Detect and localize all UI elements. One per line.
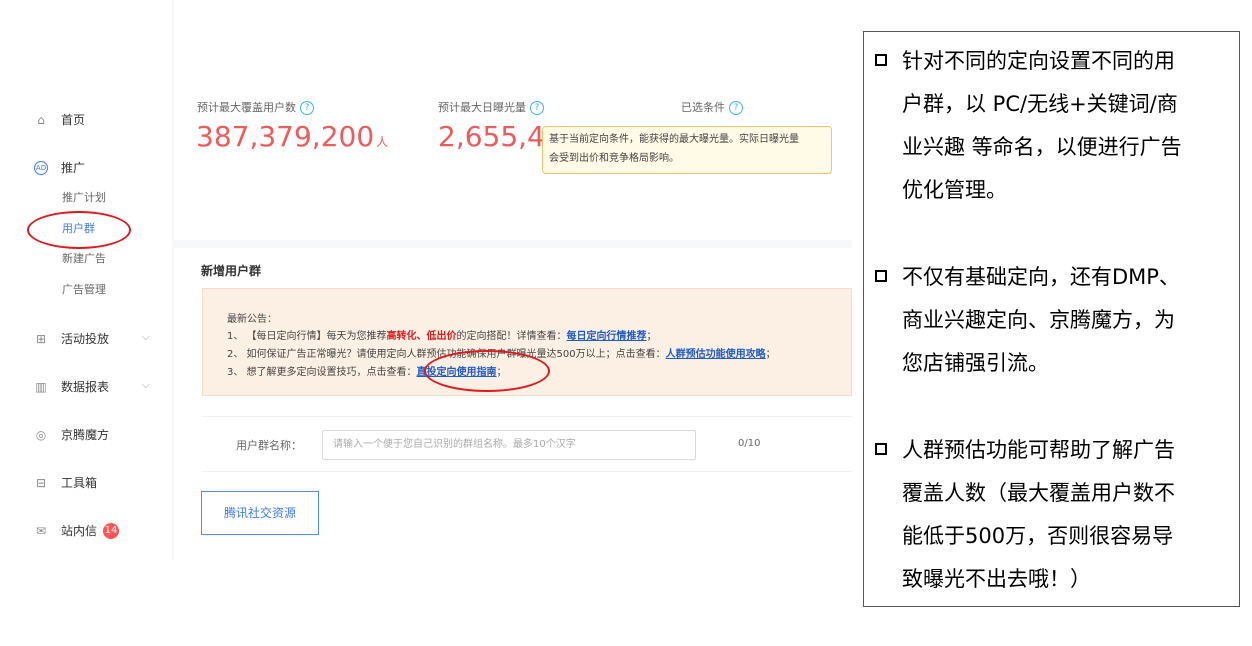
bar-chart-icon: ▥ <box>35 379 47 394</box>
info-text: 您店铺强引流。 <box>902 351 1049 375</box>
info-text: 覆盖人数（最大覆盖用户数不 <box>902 481 1175 505</box>
toolbox-icon: ⊟ <box>35 475 47 490</box>
chevron-down-icon[interactable]: ⌵ <box>142 332 150 343</box>
home-icon: ⌂ <box>37 112 45 127</box>
info-text: 人群预估功能可帮助了解广告 <box>902 438 1175 462</box>
daily-targeting-link[interactable]: 每日定向行情推荐 <box>567 331 647 342</box>
group-name-input[interactable]: 请输入一个便于您自己识别的群组名称。最多10个汉字 <box>322 430 696 460</box>
new-user-group-panel: 新增用户群 最新公告： 1、 【每日定向行情】每天为您推荐高转化、低出价的定向搭… <box>174 248 852 560</box>
sidebar: ⌂ 首页 AD 推广 推广计划 用户群 新建广告 广告管理 ⊞ 活动投放 ⌵ ▥… <box>0 0 172 560</box>
exposure-value: 2,655,4 <box>438 120 545 153</box>
unread-count-badge: 14 <box>103 522 120 539</box>
bullet-square-icon <box>875 270 887 282</box>
sidebar-item-promo[interactable]: AD 推广 <box>34 159 85 176</box>
info-text: 针对不同的定向设置不同的用 <box>902 49 1175 73</box>
sidebar-item-reports[interactable]: ▥ 数据报表 <box>34 378 109 395</box>
section-title: 新增用户群 <box>201 264 262 278</box>
char-counter: 0/10 <box>738 438 761 449</box>
info-text: 能低于500万，否则很容易导 <box>902 524 1174 548</box>
sidebar-item-label: 站内信 <box>61 524 98 538</box>
coverage-unit: 人 <box>376 135 389 149</box>
sidebar-item-label: 首页 <box>61 113 86 127</box>
info-text: 户群，以 PC/无线+关键词/商 <box>902 92 1178 116</box>
notice-text: ； <box>765 349 776 360</box>
notice-text: 1、 【每日定向行情】每天为您推荐 <box>227 331 387 342</box>
sidebar-item-home[interactable]: ⌂ 首页 <box>34 111 85 128</box>
sidebar-item-activity[interactable]: ⊞ 活动投放 <box>34 330 109 347</box>
tencent-social-resources-button[interactable]: 腾讯社交资源 <box>201 491 319 535</box>
help-icon[interactable]: ? <box>300 101 314 115</box>
coverage-value: 387,379,200 人 <box>196 120 388 153</box>
tooltip-line: 会受到出价和竞争格局影响。 <box>549 153 679 164</box>
sidebar-subitem-ad-manage[interactable]: 广告管理 <box>62 281 106 297</box>
info-text: 商业兴趣定向、京腾魔方，为 <box>902 308 1175 332</box>
mail-icon: ✉ <box>35 523 47 538</box>
sidebar-item-label: 数据报表 <box>61 380 110 394</box>
ad-icon: AD <box>34 160 48 175</box>
sidebar-item-label: 活动投放 <box>61 332 110 346</box>
notice-line-1: 1、 【每日定向行情】每天为您推荐高转化、低出价的定向搭配！详情查看：每日定向行… <box>227 327 657 342</box>
sidebar-subitem-promo-plan[interactable]: 推广计划 <box>62 189 106 205</box>
info-text: 不仅有基础定向，还有DMP、 <box>902 265 1180 289</box>
sidebar-item-messages[interactable]: ✉ 站内信 14 <box>34 522 120 539</box>
info-text: 业兴趣 等命名，以便进行广告 <box>902 135 1182 159</box>
bullet-square-icon <box>875 54 887 66</box>
notice-text: 的定向搭配！详情查看： <box>456 331 567 342</box>
stats-panel: 预计最大覆盖用户数? 387,379,200 人 预计最大日曝光量? 2,655,… <box>174 0 852 240</box>
audience-estimate-guide-link[interactable]: 人群预估功能使用攻略 <box>666 349 766 360</box>
screenshot: ⌂ 首页 AD 推广 推广计划 用户群 新建广告 广告管理 ⊞ 活动投放 ⌵ ▥… <box>0 0 852 560</box>
selected-label-text: 已选条件 <box>681 101 725 114</box>
annotation-circle <box>27 211 131 249</box>
bullet-square-icon <box>875 443 887 455</box>
coverage-number: 387,379,200 <box>196 120 375 153</box>
cube-icon: ◎ <box>35 427 47 442</box>
annotation-circle <box>424 350 550 392</box>
info-text: 致曝光不出去哦！） <box>902 567 1091 591</box>
sidebar-item-label: 工具箱 <box>61 476 98 490</box>
tooltip-line: 基于当前定向条件，能获得的最大曝光量。实际日曝光量 <box>549 134 799 145</box>
info-box: 针对不同的定向设置不同的用 户群，以 PC/无线+关键词/商 业兴趣 等命名，以… <box>863 31 1240 607</box>
sidebar-item-jingteng[interactable]: ◎ 京腾魔方 <box>34 426 109 443</box>
grid-icon: ⊞ <box>35 331 47 346</box>
info-text: 优化管理。 <box>902 178 1007 202</box>
notice-text: 3、 想了解更多定向设置技巧，点击查看： <box>227 367 417 378</box>
sidebar-item-toolbox[interactable]: ⊟ 工具箱 <box>34 474 97 491</box>
sidebar-item-label: 京腾魔方 <box>61 428 110 442</box>
group-name-label: 用户群名称： <box>236 439 302 452</box>
notice-highlight: 高转化、低出价 <box>386 331 457 342</box>
sidebar-item-label: 推广 <box>61 161 86 175</box>
chevron-down-icon[interactable]: ⌵ <box>142 380 150 391</box>
notice-title: 最新公告： <box>227 314 277 325</box>
exposure-tooltip: 基于当前定向条件，能获得的最大曝光量。实际日曝光量 会受到出价和竞争格局影响。 <box>542 126 832 174</box>
notice-text: ； <box>646 331 657 342</box>
selected-conditions-label: 已选条件? <box>681 99 743 115</box>
sidebar-subitem-new-ad[interactable]: 新建广告 <box>62 250 106 266</box>
exposure-label-text: 预计最大日曝光量 <box>438 101 526 114</box>
coverage-label-text: 预计最大覆盖用户数 <box>197 101 296 114</box>
help-icon[interactable]: ? <box>729 101 743 115</box>
exposure-label: 预计最大日曝光量? <box>438 99 544 115</box>
group-name-row: 用户群名称： 请输入一个便于您自己识别的群组名称。最多10个汉字 0/10 <box>202 416 852 472</box>
coverage-label: 预计最大覆盖用户数? <box>197 99 314 115</box>
help-icon[interactable]: ? <box>530 101 544 115</box>
